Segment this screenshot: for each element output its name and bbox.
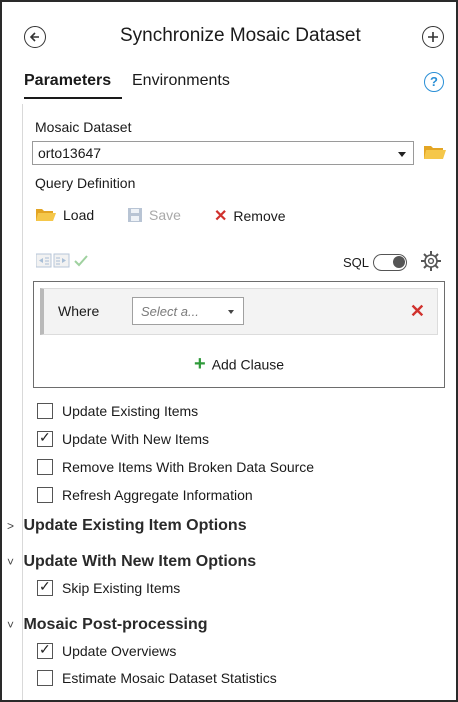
chevron-down-icon [398,152,406,157]
add-clause-button[interactable]: + Add Clause [194,353,284,376]
indent-left-icon[interactable] [35,253,52,268]
section-title: Update Existing Item Options [23,517,247,534]
tab-parameters[interactable]: Parameters [24,72,111,90]
checkbox[interactable] [37,403,53,420]
load-label: Load [63,207,95,224]
tab-environments[interactable]: Environments [132,72,230,90]
sql-toggle[interactable] [373,254,407,271]
geoprocessing-pane: Synchronize Mosaic Dataset Parameters En… [0,0,458,702]
remove-broken-items-checkbox[interactable]: Remove Items With Broken Data Source [37,458,314,476]
check-icon: ✓ [39,578,51,595]
plus-icon: + [194,353,206,375]
add-clause-label: Add Clause [211,356,285,373]
where-clause-row: Where Select a... ✕ [40,288,438,335]
indent-guide [22,104,23,700]
close-icon: ✕ [214,208,228,225]
check-icon: ✓ [39,641,51,658]
checkbox-checked[interactable]: ✓ [37,578,53,597]
chevron-right-icon: > [7,519,15,533]
floppy-disk-icon [128,208,142,223]
browse-folder-icon[interactable] [423,143,447,166]
folder-icon [36,209,56,222]
mosaic-dataset-select[interactable]: orto13647 [32,141,414,165]
clause-mode-icons [35,252,106,275]
field-select-placeholder: Select a... [141,304,199,319]
checkbox[interactable] [37,670,53,687]
refresh-aggregate-checkbox[interactable]: Refresh Aggregate Information [37,486,253,504]
checkbox-checked[interactable]: ✓ [37,641,53,660]
gear-icon[interactable] [420,250,442,277]
chevron-down-icon [228,310,234,314]
pane-header: Synchronize Mosaic Dataset [2,2,456,68]
section-update-new-options[interactable]: ˅ Update With New Item Options [7,553,256,571]
active-tab-indicator [24,97,122,99]
tool-title: Synchronize Mosaic Dataset [120,25,361,46]
where-label: Where [58,303,100,319]
save-label: Save [149,207,181,224]
add-icon[interactable] [422,26,444,48]
back-icon[interactable] [24,26,46,48]
mosaic-dataset-value: orto13647 [38,145,102,161]
skip-existing-items-checkbox[interactable]: ✓ Skip Existing Items [37,578,180,597]
section-update-existing-options[interactable]: > Update Existing Item Options [7,517,247,535]
indent-right-icon[interactable] [53,253,70,268]
update-with-new-items-checkbox[interactable]: ✓ Update With New Items [37,429,209,448]
save-button[interactable]: Save [127,206,181,223]
query-definition-label: Query Definition [35,175,136,191]
section-title: Mosaic Post-processing [23,616,208,633]
checkbox[interactable] [37,459,53,476]
section-post-processing[interactable]: ˅ Mosaic Post-processing [7,616,208,634]
section-title: Update With New Item Options [23,553,257,570]
chevron-down-icon: ˅ [7,555,15,569]
validate-check-icon[interactable] [74,255,88,267]
toggle-knob [393,256,405,268]
mosaic-dataset-label: Mosaic Dataset [35,119,132,135]
chevron-down-icon: ˅ [7,618,15,632]
load-button[interactable]: Load [35,206,94,223]
estimate-statistics-checkbox[interactable]: Estimate Mosaic Dataset Statistics [37,669,277,687]
checkbox-checked[interactable]: ✓ [37,429,53,448]
remove-button[interactable]: ✕ Remove [214,206,286,226]
query-clause-box: Where Select a... ✕ + Add Clause [33,281,445,388]
field-select[interactable]: Select a... [132,297,244,325]
sql-label: SQL [343,255,370,270]
update-overviews-checkbox[interactable]: ✓ Update Overviews [37,641,176,660]
delete-clause-icon[interactable]: ✕ [410,301,425,322]
remove-label: Remove [233,208,286,224]
update-existing-items-checkbox[interactable]: Update Existing Items [37,402,198,420]
checkbox[interactable] [37,487,53,504]
help-icon[interactable]: ? [424,72,444,92]
check-icon: ✓ [39,429,51,446]
